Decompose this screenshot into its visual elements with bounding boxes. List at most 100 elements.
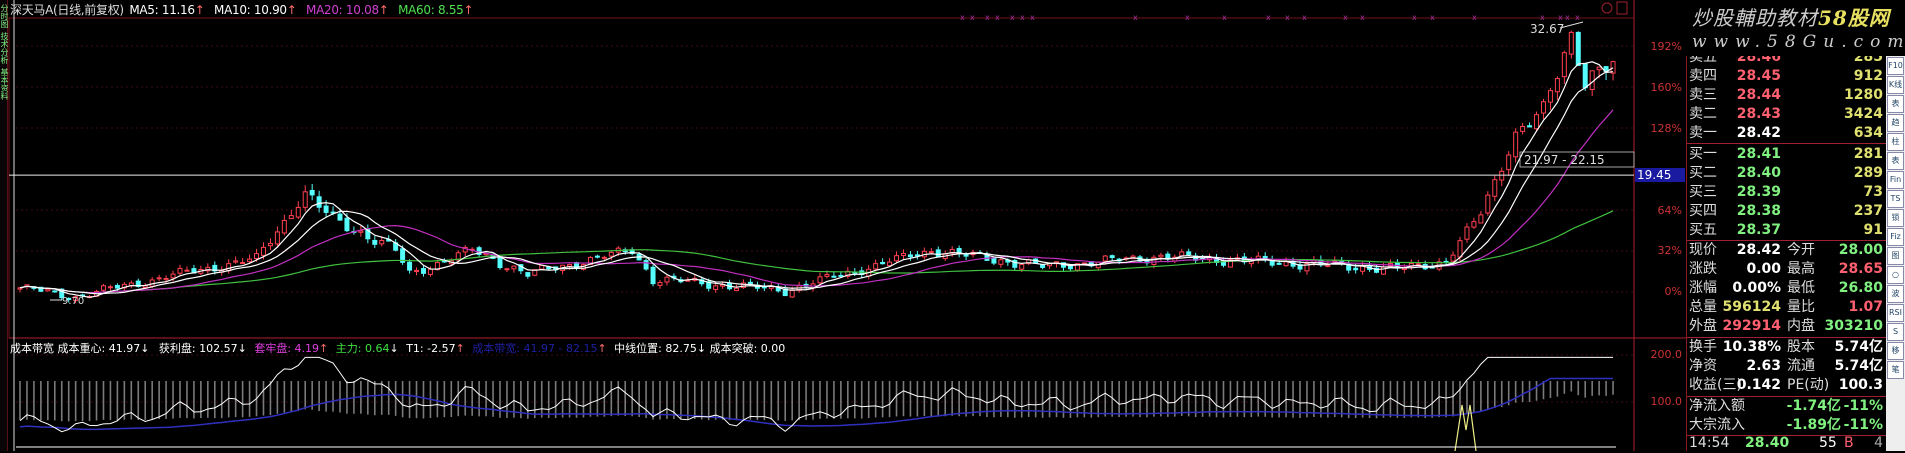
watermark: 炒股輔助教材58股网 www.58Gu.com bbox=[1686, 0, 1905, 56]
quote-row: 外盘 292914 内盘 303210 bbox=[1689, 318, 1883, 334]
bid-row: 买五 28.37 91 bbox=[1689, 222, 1883, 238]
quote-row: 总量 596124 量比 1.07 bbox=[1689, 299, 1883, 315]
candle-body bbox=[1527, 125, 1533, 128]
quote-row: 涨幅 0.00% 最低 26.80 bbox=[1689, 280, 1883, 296]
toolbar-icon-3[interactable]: 趋势 bbox=[1887, 114, 1904, 132]
candle-body bbox=[991, 257, 997, 264]
flow-row: 净流入额 -1.74亿 -11% bbox=[1689, 398, 1883, 414]
candle-body bbox=[427, 268, 433, 275]
toolbar-icon-10[interactable]: 图 bbox=[1887, 247, 1904, 265]
candle-body bbox=[1513, 131, 1519, 158]
axis-label: 0% bbox=[1664, 285, 1682, 298]
settings-icon bbox=[1601, 2, 1613, 14]
signal-marker: x bbox=[1133, 13, 1138, 22]
candle-body bbox=[817, 276, 823, 284]
candle-body bbox=[1158, 254, 1164, 258]
ask-row: 卖一 28.42 634 bbox=[1689, 125, 1883, 141]
candle-body bbox=[1450, 254, 1456, 262]
candle-body bbox=[511, 265, 517, 270]
toolbar-icon-16[interactable]: 笔 bbox=[1887, 361, 1904, 379]
candle-body bbox=[1151, 256, 1157, 265]
toolbar-icon-6[interactable]: Fin bbox=[1887, 171, 1904, 189]
signal-marker: x bbox=[970, 13, 975, 22]
candle-body bbox=[907, 254, 913, 258]
fundamental-row: 换手 10.38% 股本 5.74亿 bbox=[1689, 339, 1883, 355]
t1-value: T1: -2.57↑ bbox=[406, 342, 465, 355]
candle-body bbox=[170, 273, 176, 279]
ask-row: 卖二 28.43 3424 bbox=[1689, 106, 1883, 122]
candle-body bbox=[831, 275, 837, 278]
candle-body bbox=[260, 246, 266, 256]
toolbar-icon-7[interactable]: TS bbox=[1887, 190, 1904, 208]
signal-marker: x bbox=[1010, 13, 1015, 22]
toolbar-icon-13[interactable]: RSI bbox=[1887, 304, 1904, 322]
toolbar-icon-0[interactable]: F10 bbox=[1887, 57, 1904, 75]
candle-body bbox=[1554, 78, 1560, 93]
main-force: 主力: 0.64↓ bbox=[335, 342, 399, 355]
candle-body bbox=[747, 281, 753, 284]
candle-body bbox=[525, 272, 531, 277]
profit-chips: 获利盘: 102.57↓ bbox=[158, 342, 247, 355]
candle-body bbox=[316, 196, 322, 208]
bid-row: 买一 28.41 281 bbox=[1689, 146, 1883, 162]
toolbar-icon-4[interactable]: 柱 bbox=[1887, 133, 1904, 151]
indicator-header: 成本带宽 成本重心: 41.97↓ 获利盘: 102.57↓ 套牢盘: 4.19… bbox=[10, 340, 785, 356]
signal-marker: x bbox=[1575, 13, 1580, 22]
toolbar-icon-14[interactable]: S bbox=[1887, 323, 1904, 341]
toolbar-icon-9[interactable]: Fiz bbox=[1887, 228, 1904, 246]
cost-center: 成本重心: 41.97↓ bbox=[57, 342, 150, 355]
candle-body bbox=[789, 289, 795, 298]
candle-body bbox=[887, 261, 893, 267]
candle-body bbox=[163, 278, 169, 281]
toolbar-icon-8[interactable]: 锁 bbox=[1887, 209, 1904, 227]
chart-title: 深天马A(日线,前复权) bbox=[10, 3, 124, 17]
toolbar-icon-5[interactable]: 表格 bbox=[1887, 152, 1904, 170]
toolbar-icon-2[interactable]: 表 bbox=[1887, 95, 1904, 113]
candle-body bbox=[100, 285, 106, 291]
candle-body bbox=[295, 206, 301, 218]
candle-body bbox=[643, 260, 649, 270]
candle-body bbox=[880, 261, 886, 265]
toolbar-icon-12[interactable]: 波 bbox=[1887, 285, 1904, 303]
candle-body bbox=[1415, 263, 1421, 266]
toolbar-icon-11[interactable]: ○ bbox=[1887, 266, 1904, 284]
chart-header: 深天马A(日线,前复权) MA5: 11.16↑ MA10: 10.90↑ MA… bbox=[10, 1, 479, 18]
kline-chart[interactable]: 21.97 - 22.1532.679.70x x x x x x x x x x x x x x x x x x… bbox=[0, 0, 1686, 451]
candle-body bbox=[1506, 154, 1512, 171]
candle-body bbox=[267, 242, 273, 247]
candle-body bbox=[504, 268, 510, 271]
bid-row: 买四 28.38 237 bbox=[1689, 203, 1883, 219]
main-chart-frame bbox=[8, 17, 1635, 339]
candle-body bbox=[1102, 255, 1108, 262]
candle-body bbox=[1568, 31, 1574, 55]
candle-body bbox=[1582, 63, 1588, 89]
candle-body bbox=[1179, 251, 1185, 257]
range-box-label: 21.97 - 22.15 bbox=[1524, 153, 1605, 167]
candle-body bbox=[337, 213, 343, 221]
candle-body bbox=[156, 277, 162, 280]
candle-body bbox=[420, 268, 426, 274]
candle-body bbox=[344, 217, 350, 232]
candle-body bbox=[407, 261, 413, 271]
axis-label: 64% bbox=[1657, 204, 1682, 217]
candle-body bbox=[1471, 221, 1477, 228]
watermark-line1: 炒股輔助教材58股网 bbox=[1692, 6, 1890, 30]
ma10-value: MA10: 10.90↑ bbox=[214, 3, 297, 17]
toolbar-icon-1[interactable]: K线 bbox=[1887, 76, 1904, 94]
candle-body bbox=[963, 254, 969, 257]
axis-label: 128% bbox=[1650, 122, 1682, 135]
candle-body bbox=[1353, 267, 1359, 271]
quote-row: 现价 28.42 今开 28.00 bbox=[1689, 242, 1883, 258]
candle-body bbox=[233, 260, 239, 263]
bid-row: 买三 28.39 73 bbox=[1689, 184, 1883, 200]
candle-body bbox=[358, 230, 364, 233]
toolbar-icon-15[interactable]: 移 bbox=[1887, 342, 1904, 360]
signal-marker: x bbox=[1565, 13, 1570, 22]
candle-body bbox=[873, 263, 879, 270]
candle-body bbox=[497, 256, 503, 268]
signal-marker: x bbox=[1412, 13, 1417, 22]
signal-marker: x bbox=[985, 13, 990, 22]
candle-body bbox=[657, 282, 663, 286]
candle-body bbox=[1478, 214, 1484, 224]
indicator-name[interactable]: 成本带宽 bbox=[10, 342, 54, 355]
